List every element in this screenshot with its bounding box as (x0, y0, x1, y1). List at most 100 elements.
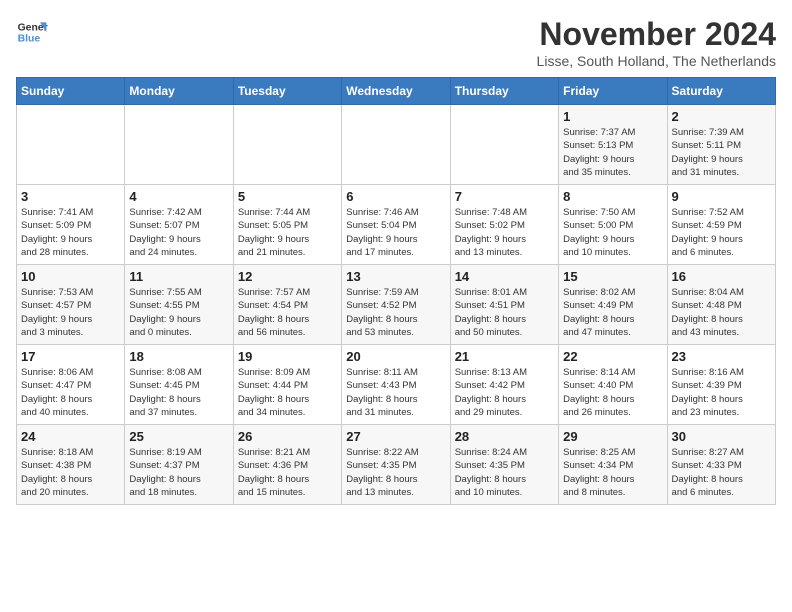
calendar-header-cell: Sunday (17, 78, 125, 105)
calendar-cell: 25 Sunrise: 8:19 AM Sunset: 4:37 PM Dayli… (125, 425, 233, 505)
calendar-cell (342, 105, 450, 185)
calendar-cell: 5 Sunrise: 7:44 AM Sunset: 5:05 PM Daylig… (233, 185, 341, 265)
day-info: Sunrise: 7:57 AM Sunset: 4:54 PM Dayligh… (238, 286, 337, 339)
day-number: 27 (346, 429, 445, 444)
day-info: Sunrise: 7:46 AM Sunset: 5:04 PM Dayligh… (346, 206, 445, 259)
day-number: 17 (21, 349, 120, 364)
logo-icon: General Blue (16, 16, 48, 48)
day-number: 14 (455, 269, 554, 284)
header: General Blue November 2024 Lisse, South … (16, 16, 776, 69)
day-info: Sunrise: 8:24 AM Sunset: 4:35 PM Dayligh… (455, 446, 554, 499)
day-info: Sunrise: 8:27 AM Sunset: 4:33 PM Dayligh… (672, 446, 771, 499)
calendar-header-cell: Tuesday (233, 78, 341, 105)
calendar-cell (17, 105, 125, 185)
day-number: 20 (346, 349, 445, 364)
day-number: 4 (129, 189, 228, 204)
calendar-header-cell: Saturday (667, 78, 775, 105)
calendar-cell: 17 Sunrise: 8:06 AM Sunset: 4:47 PM Dayli… (17, 345, 125, 425)
day-info: Sunrise: 7:59 AM Sunset: 4:52 PM Dayligh… (346, 286, 445, 339)
day-info: Sunrise: 8:16 AM Sunset: 4:39 PM Dayligh… (672, 366, 771, 419)
day-number: 28 (455, 429, 554, 444)
day-number: 30 (672, 429, 771, 444)
day-number: 5 (238, 189, 337, 204)
day-info: Sunrise: 8:22 AM Sunset: 4:35 PM Dayligh… (346, 446, 445, 499)
day-number: 3 (21, 189, 120, 204)
day-info: Sunrise: 8:19 AM Sunset: 4:37 PM Dayligh… (129, 446, 228, 499)
day-number: 24 (21, 429, 120, 444)
day-info: Sunrise: 7:37 AM Sunset: 5:13 PM Dayligh… (563, 126, 662, 179)
calendar-cell: 27 Sunrise: 8:22 AM Sunset: 4:35 PM Dayli… (342, 425, 450, 505)
calendar-week-row: 1 Sunrise: 7:37 AM Sunset: 5:13 PM Daylig… (17, 105, 776, 185)
calendar-cell: 20 Sunrise: 8:11 AM Sunset: 4:43 PM Dayli… (342, 345, 450, 425)
day-number: 22 (563, 349, 662, 364)
calendar-cell: 26Sunrise: 8:21 AM Sunset: 4:36 PM Dayli… (233, 425, 341, 505)
calendar-cell: 13 Sunrise: 7:59 AM Sunset: 4:52 PM Dayli… (342, 265, 450, 345)
calendar-cell: 4 Sunrise: 7:42 AM Sunset: 5:07 PM Daylig… (125, 185, 233, 265)
day-info: Sunrise: 7:55 AM Sunset: 4:55 PM Dayligh… (129, 286, 228, 339)
calendar-week-row: 10Sunrise: 7:53 AM Sunset: 4:57 PM Dayli… (17, 265, 776, 345)
calendar-cell: 7Sunrise: 7:48 AM Sunset: 5:02 PM Daylig… (450, 185, 558, 265)
calendar-header-cell: Thursday (450, 78, 558, 105)
calendar-cell: 28 Sunrise: 8:24 AM Sunset: 4:35 PM Dayli… (450, 425, 558, 505)
calendar-cell: 9Sunrise: 7:52 AM Sunset: 4:59 PM Daylig… (667, 185, 775, 265)
day-info: Sunrise: 7:42 AM Sunset: 5:07 PM Dayligh… (129, 206, 228, 259)
day-number: 12 (238, 269, 337, 284)
calendar-cell (233, 105, 341, 185)
day-number: 25 (129, 429, 228, 444)
day-number: 18 (129, 349, 228, 364)
calendar-cell: 24 Sunrise: 8:18 AM Sunset: 4:38 PM Dayli… (17, 425, 125, 505)
calendar-cell: 15Sunrise: 8:02 AM Sunset: 4:49 PM Dayli… (559, 265, 667, 345)
day-number: 21 (455, 349, 554, 364)
calendar-cell (125, 105, 233, 185)
day-info: Sunrise: 8:21 AM Sunset: 4:36 PM Dayligh… (238, 446, 337, 499)
day-number: 16 (672, 269, 771, 284)
calendar-body: 1 Sunrise: 7:37 AM Sunset: 5:13 PM Daylig… (17, 105, 776, 505)
title-area: November 2024 Lisse, South Holland, The … (537, 16, 776, 69)
calendar-cell: 21Sunrise: 8:13 AM Sunset: 4:42 PM Dayli… (450, 345, 558, 425)
day-number: 23 (672, 349, 771, 364)
day-number: 19 (238, 349, 337, 364)
day-number: 10 (21, 269, 120, 284)
day-number: 29 (563, 429, 662, 444)
day-info: Sunrise: 8:06 AM Sunset: 4:47 PM Dayligh… (21, 366, 120, 419)
day-number: 11 (129, 269, 228, 284)
calendar-cell: 6 Sunrise: 7:46 AM Sunset: 5:04 PM Daylig… (342, 185, 450, 265)
day-info: Sunrise: 7:41 AM Sunset: 5:09 PM Dayligh… (21, 206, 120, 259)
day-number: 7 (455, 189, 554, 204)
day-info: Sunrise: 8:02 AM Sunset: 4:49 PM Dayligh… (563, 286, 662, 339)
month-title: November 2024 (537, 16, 776, 53)
calendar-cell: 29Sunrise: 8:25 AM Sunset: 4:34 PM Dayli… (559, 425, 667, 505)
day-info: Sunrise: 8:09 AM Sunset: 4:44 PM Dayligh… (238, 366, 337, 419)
day-number: 1 (563, 109, 662, 124)
calendar-cell: 18 Sunrise: 8:08 AM Sunset: 4:45 PM Dayli… (125, 345, 233, 425)
calendar-cell: 22 Sunrise: 8:14 AM Sunset: 4:40 PM Dayli… (559, 345, 667, 425)
day-info: Sunrise: 8:04 AM Sunset: 4:48 PM Dayligh… (672, 286, 771, 339)
calendar-cell (450, 105, 558, 185)
day-info: Sunrise: 8:14 AM Sunset: 4:40 PM Dayligh… (563, 366, 662, 419)
calendar-cell: 11 Sunrise: 7:55 AM Sunset: 4:55 PM Dayli… (125, 265, 233, 345)
calendar-week-row: 17 Sunrise: 8:06 AM Sunset: 4:47 PM Dayli… (17, 345, 776, 425)
day-info: Sunrise: 8:11 AM Sunset: 4:43 PM Dayligh… (346, 366, 445, 419)
calendar-cell: 12 Sunrise: 7:57 AM Sunset: 4:54 PM Dayli… (233, 265, 341, 345)
logo: General Blue (16, 16, 48, 48)
calendar-week-row: 3 Sunrise: 7:41 AM Sunset: 5:09 PM Daylig… (17, 185, 776, 265)
day-info: Sunrise: 7:44 AM Sunset: 5:05 PM Dayligh… (238, 206, 337, 259)
calendar-week-row: 24 Sunrise: 8:18 AM Sunset: 4:38 PM Dayli… (17, 425, 776, 505)
svg-text:Blue: Blue (18, 34, 41, 45)
calendar-cell: 16 Sunrise: 8:04 AM Sunset: 4:48 PM Dayli… (667, 265, 775, 345)
calendar-cell: 23 Sunrise: 8:16 AM Sunset: 4:39 PM Dayli… (667, 345, 775, 425)
calendar-cell: 2Sunrise: 7:39 AM Sunset: 5:11 PM Daylig… (667, 105, 775, 185)
day-number: 6 (346, 189, 445, 204)
day-info: Sunrise: 8:18 AM Sunset: 4:38 PM Dayligh… (21, 446, 120, 499)
day-number: 13 (346, 269, 445, 284)
calendar-header-cell: Monday (125, 78, 233, 105)
calendar-table: SundayMondayTuesdayWednesdayThursdayFrid… (16, 77, 776, 505)
calendar-header-row: SundayMondayTuesdayWednesdayThursdayFrid… (17, 78, 776, 105)
calendar-cell: 10Sunrise: 7:53 AM Sunset: 4:57 PM Dayli… (17, 265, 125, 345)
location-title: Lisse, South Holland, The Netherlands (537, 53, 776, 69)
calendar-cell: 3 Sunrise: 7:41 AM Sunset: 5:09 PM Daylig… (17, 185, 125, 265)
day-info: Sunrise: 7:50 AM Sunset: 5:00 PM Dayligh… (563, 206, 662, 259)
day-info: Sunrise: 8:08 AM Sunset: 4:45 PM Dayligh… (129, 366, 228, 419)
day-info: Sunrise: 7:52 AM Sunset: 4:59 PM Dayligh… (672, 206, 771, 259)
calendar-cell: 14Sunrise: 8:01 AM Sunset: 4:51 PM Dayli… (450, 265, 558, 345)
